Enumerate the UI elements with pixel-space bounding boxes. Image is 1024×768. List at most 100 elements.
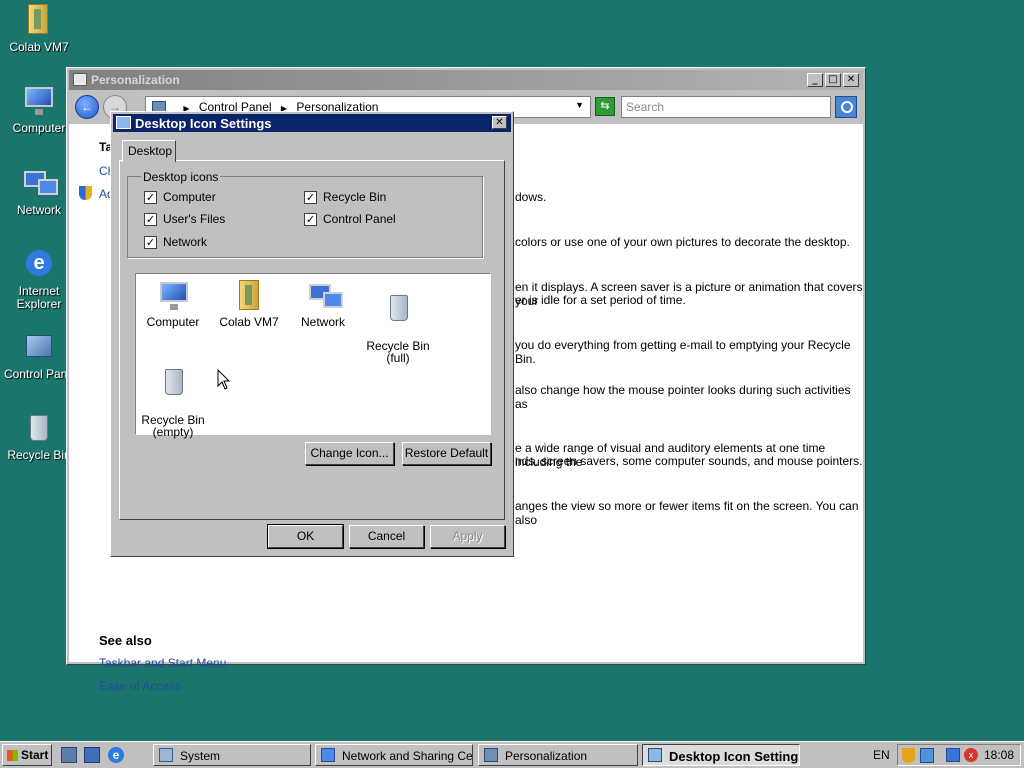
folder-icon — [22, 4, 56, 38]
checkbox-computer[interactable]: ✓ Computer — [144, 190, 216, 204]
back-button[interactable]: ← — [75, 95, 99, 119]
body-text: also change how the mouse pointer looks … — [515, 383, 851, 411]
dialog-title-bar[interactable]: Desktop Icon Settings ✕ — [113, 114, 511, 132]
desktop-icon-settings-icon — [648, 748, 662, 762]
checkbox-control-panel[interactable]: ✓ Control Panel — [304, 212, 396, 226]
desktop-icon-label: Internet Explorer — [16, 284, 62, 311]
desktop-icon-label: Colab VM7 — [9, 40, 69, 54]
volume-muted-icon[interactable]: x — [964, 748, 978, 762]
see-also-heading: See also — [99, 633, 152, 648]
taskbar: Start e System Network and Sharing Cen..… — [0, 741, 1024, 768]
checkbox-network[interactable]: ✓ Network — [144, 235, 207, 249]
shield-icon — [79, 186, 92, 200]
network-icon — [22, 167, 58, 201]
show-desktop-icon[interactable] — [61, 747, 77, 763]
check-icon[interactable]: ✓ — [144, 235, 157, 249]
ease-of-access-link[interactable]: Ease of Access — [99, 679, 181, 693]
language-indicator[interactable]: EN — [873, 748, 890, 762]
icon-list[interactable]: Computer Colab VM7 Network Recycle Bin (… — [132, 273, 491, 438]
body-text: nds, screen savers, some computer sounds… — [515, 454, 863, 468]
checkbox-recycle-bin[interactable]: ✓ Recycle Bin — [304, 190, 386, 204]
checkbox-label: Computer — [163, 190, 216, 204]
action-center-icon[interactable] — [920, 748, 934, 763]
control-panel-icon — [22, 331, 56, 365]
restore-default-button[interactable]: Restore Default — [402, 442, 491, 465]
network-icon — [321, 748, 335, 762]
maximize-button[interactable]: □ — [825, 73, 841, 87]
back-arrow-icon: ← — [81, 100, 93, 114]
internet-explorer-icon: e — [22, 248, 56, 282]
list-item-recycle-bin-empty[interactable]: Recycle Bin (empty) — [132, 354, 214, 438]
network-status-icon[interactable] — [946, 748, 960, 762]
body-text: er is idle for a set period of time. — [515, 293, 686, 307]
checkbox-label: Network — [163, 235, 208, 249]
check-icon[interactable]: ✓ — [144, 212, 157, 226]
list-item-colab-vm7[interactable]: Colab VM7 — [208, 280, 290, 328]
list-item-recycle-bin-full[interactable]: Recycle Bin (full) — [357, 280, 439, 364]
recycle-bin-empty-icon — [157, 366, 189, 398]
list-item-network[interactable]: Network — [282, 280, 364, 328]
body-text: colors or use one of your own pictures t… — [515, 235, 850, 249]
dialog-close-button[interactable]: ✕ — [492, 116, 507, 129]
taskbar-button-network-sharing[interactable]: Network and Sharing Cen... — [315, 744, 473, 766]
checkbox-label: Control Panel — [323, 212, 396, 226]
taskbar-button-label: Desktop Icon Settings — [669, 749, 800, 764]
window-title: Personalization — [91, 73, 180, 87]
taskbar-button-system[interactable]: System — [153, 744, 311, 766]
dialog-title: Desktop Icon Settings — [135, 116, 272, 131]
dialog-icon — [116, 116, 131, 129]
list-item-label: Computer — [146, 315, 200, 329]
refresh-icon: ⇆ — [600, 100, 610, 112]
group-label: Desktop icons — [141, 170, 221, 184]
body-text: dows. — [515, 190, 547, 204]
search-input[interactable]: Search — [621, 96, 831, 118]
cancel-button[interactable]: Cancel — [349, 525, 424, 548]
system-icon — [159, 748, 173, 762]
checkbox-label: User's Files — [163, 212, 226, 226]
window-title-bar[interactable]: Personalization _ □ ✕ — [69, 70, 863, 90]
taskbar-start-menu-link[interactable]: Taskbar and Start Menu — [99, 656, 226, 670]
address-dropdown-icon[interactable]: ▼ — [575, 100, 584, 110]
taskbar-button-personalization[interactable]: Personalization — [478, 744, 638, 766]
computer-icon — [22, 85, 56, 119]
computer-icon — [157, 280, 189, 312]
check-icon[interactable]: ✓ — [304, 212, 317, 226]
tab-desktop[interactable]: Desktop — [122, 140, 176, 162]
ok-button[interactable]: OK — [267, 524, 344, 549]
check-icon[interactable]: ✓ — [144, 190, 157, 204]
check-icon[interactable]: ✓ — [304, 190, 317, 204]
folder-icon — [233, 280, 265, 312]
taskbar-button-label: Network and Sharing Cen... — [342, 749, 473, 763]
security-shield-icon[interactable] — [902, 748, 915, 763]
recycle-bin-icon — [22, 412, 56, 446]
list-item-label: Recycle Bin (full) — [366, 339, 430, 365]
switch-windows-icon[interactable] — [84, 747, 100, 763]
taskbar-button-label: Personalization — [505, 749, 588, 763]
taskbar-button-label: System — [180, 749, 221, 763]
checkbox-users-files[interactable]: ✓ User's Files — [144, 212, 225, 226]
list-item-label: Colab VM7 — [219, 315, 279, 329]
body-text: anges the view so more or fewer items fi… — [515, 499, 859, 527]
taskbar-button-desktop-icon-settings[interactable]: Desktop Icon Settings — [642, 744, 800, 766]
refresh-button[interactable]: ⇆ — [595, 97, 615, 116]
close-button[interactable]: ✕ — [843, 73, 859, 87]
body-text: you do everything from getting e-mail to… — [515, 338, 851, 366]
list-item-computer[interactable]: Computer — [132, 280, 214, 328]
start-button[interactable]: Start — [2, 744, 52, 766]
checkbox-label: Recycle Bin — [323, 190, 387, 204]
network-icon — [307, 280, 343, 312]
clock[interactable]: 18:08 — [984, 748, 1014, 762]
apply-button[interactable]: Apply — [430, 525, 505, 548]
desktop-icon-settings-dialog: Desktop Icon Settings ✕ Desktop Desktop … — [110, 111, 514, 557]
minimize-button[interactable]: _ — [807, 73, 823, 87]
system-tray: x 18:08 — [897, 744, 1021, 766]
window-icon — [73, 73, 87, 86]
personalization-icon — [484, 748, 498, 762]
internet-explorer-icon[interactable]: e — [108, 747, 124, 763]
list-item-label: Network — [300, 315, 345, 329]
mouse-cursor-icon — [217, 369, 231, 390]
desktop-icon-colab-vm7[interactable]: Colab VM7 — [0, 4, 78, 54]
search-button[interactable] — [835, 96, 857, 118]
change-icon-button[interactable]: Change Icon... — [305, 442, 394, 465]
recycle-bin-full-icon — [382, 292, 414, 324]
